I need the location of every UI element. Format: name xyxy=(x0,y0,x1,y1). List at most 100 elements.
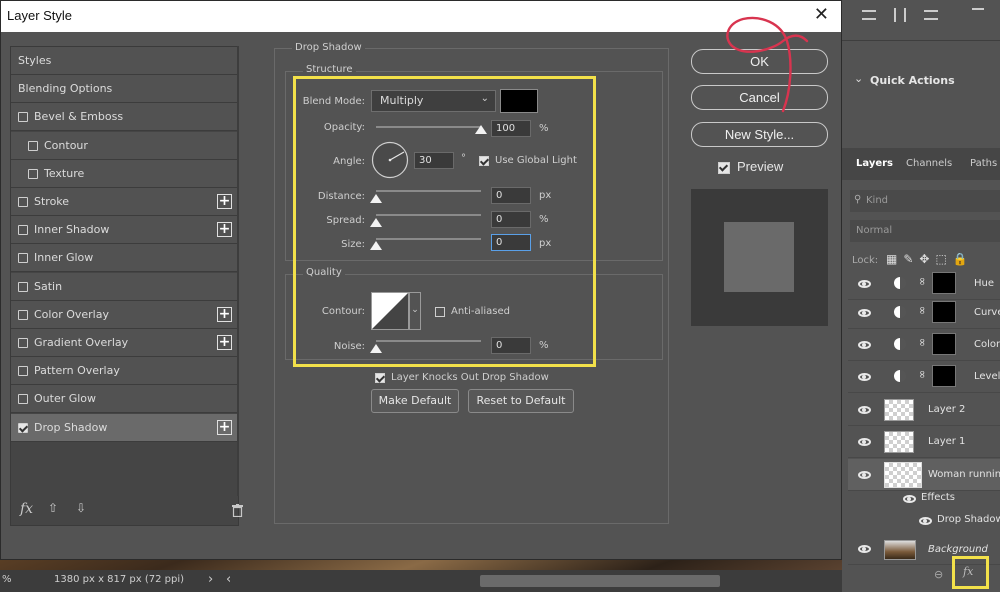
style-item-styles[interactable]: Styles xyxy=(11,47,238,75)
layer-name: Levels xyxy=(974,371,1000,382)
style-item-stroke[interactable]: Stroke + xyxy=(11,188,238,216)
preview-label: Preview xyxy=(737,159,784,174)
style-checkbox[interactable] xyxy=(18,197,28,207)
visibility-eye-icon[interactable] xyxy=(858,280,871,288)
layer-mask-thumbnail xyxy=(932,365,956,387)
fx-icon[interactable]: fx xyxy=(20,501,33,517)
visibility-eye-icon[interactable] xyxy=(858,373,871,381)
layer-row[interactable]: Woman running xyxy=(848,459,1000,491)
layer-mask-thumbnail xyxy=(932,272,956,294)
style-checkbox[interactable] xyxy=(18,225,28,236)
new-style-button[interactable]: New Style... xyxy=(691,122,828,147)
add-style-icon[interactable]: + xyxy=(217,335,232,350)
preview-checkbox[interactable] xyxy=(718,162,730,174)
kind-filter[interactable]: ⚲ Kind xyxy=(850,190,1000,212)
style-item-color-overlay[interactable]: Color Overlay + xyxy=(11,300,238,329)
drop-shadow-title: Drop Shadow xyxy=(292,42,365,53)
visibility-eye-icon[interactable] xyxy=(858,438,871,446)
tab-paths[interactable]: Paths xyxy=(970,158,997,169)
knocks-out-label: Layer Knocks Out Drop Shadow xyxy=(391,372,549,383)
tab-channels[interactable]: Channels xyxy=(906,158,952,169)
adjustment-icon xyxy=(894,277,906,289)
zoom-level: % xyxy=(2,574,12,585)
align-right-icon[interactable] xyxy=(924,10,938,20)
style-checkbox[interactable] xyxy=(18,338,28,348)
layer-row[interactable]: Layer 2 xyxy=(848,394,1000,426)
align-left-icon[interactable] xyxy=(862,10,876,20)
horizontal-scrollbar[interactable] xyxy=(480,575,720,587)
layer-row[interactable]: Layer 1 xyxy=(848,426,1000,458)
knocks-out-checkbox[interactable] xyxy=(375,373,385,383)
effects-label: Effects xyxy=(921,492,955,503)
layer-row[interactable]: ∞ Color xyxy=(848,329,1000,361)
style-item-gradient-overlay[interactable]: Gradient Overlay + xyxy=(11,329,238,357)
style-item-blending-options[interactable]: Blending Options xyxy=(11,75,238,104)
quick-actions-chevron-icon[interactable]: ⌄ xyxy=(854,72,863,85)
link-icon: ∞ xyxy=(916,337,930,348)
status-arrow-left[interactable]: ‹ xyxy=(226,572,231,587)
style-item-label: Color Overlay xyxy=(34,307,109,321)
layer-thumbnail xyxy=(884,399,914,421)
close-icon[interactable]: ✕ xyxy=(814,4,829,25)
add-layer-style-icon[interactable]: fx xyxy=(963,565,973,578)
add-style-icon[interactable]: + xyxy=(217,194,232,209)
styles-list-scrollbar[interactable] xyxy=(237,46,239,496)
style-checkbox[interactable] xyxy=(18,253,28,264)
tab-layers[interactable]: Layers xyxy=(856,158,893,169)
blend-mode-layer-select[interactable]: Normal xyxy=(850,220,1000,242)
link-layers-icon[interactable]: ⊖ xyxy=(934,568,943,581)
move-down-icon[interactable]: ⇩ xyxy=(76,501,86,515)
lock-icons[interactable]: ▦✎✥⬚🔒 xyxy=(886,252,974,266)
dialog-titlebar: Layer Style ✕ xyxy=(1,1,841,32)
add-style-icon[interactable]: + xyxy=(217,419,232,435)
style-item-label: Stroke xyxy=(34,195,70,208)
style-checkbox[interactable] xyxy=(18,281,28,292)
add-style-icon[interactable]: + xyxy=(217,306,232,322)
align-center-icon[interactable] xyxy=(894,8,906,22)
adjustment-icon xyxy=(894,306,906,318)
style-item-label: Texture xyxy=(44,166,85,180)
style-item-inner-glow[interactable]: Inner Glow xyxy=(11,244,238,273)
style-checkbox[interactable] xyxy=(18,112,28,123)
visibility-eye-icon[interactable] xyxy=(858,406,871,414)
style-checkbox[interactable] xyxy=(18,309,28,320)
layer-name: Background xyxy=(928,544,988,555)
style-checkbox[interactable] xyxy=(18,366,28,377)
align-top-icon[interactable] xyxy=(972,8,984,22)
layer-row[interactable]: ∞ Hue xyxy=(848,268,1000,300)
style-checkbox[interactable] xyxy=(28,140,38,151)
style-item-outer-glow[interactable]: Outer Glow xyxy=(11,385,238,414)
reset-to-default-button[interactable]: Reset to Default xyxy=(468,389,574,413)
style-item-bevel-emboss[interactable]: Bevel & Emboss xyxy=(11,103,238,132)
add-style-icon[interactable]: + xyxy=(217,222,232,238)
style-item-inner-shadow[interactable]: Inner Shadow + xyxy=(11,216,238,245)
visibility-eye-icon[interactable] xyxy=(919,517,932,525)
style-item-satin[interactable]: Satin xyxy=(11,272,238,301)
visibility-eye-icon[interactable] xyxy=(903,495,916,503)
make-default-button[interactable]: Make Default xyxy=(371,389,459,413)
style-item-texture[interactable]: Texture xyxy=(11,159,238,188)
layer-row[interactable]: ∞ Curves xyxy=(848,297,1000,329)
style-checkbox[interactable] xyxy=(18,394,28,405)
style-item-drop-shadow[interactable]: Drop Shadow + xyxy=(11,413,238,442)
layers-tabbar: Layers Channels Paths xyxy=(842,148,1000,180)
status-arrow-right[interactable]: › xyxy=(208,572,213,587)
style-item-label: Blending Options xyxy=(18,82,113,96)
search-icon: ⚲ xyxy=(854,194,862,205)
move-up-icon[interactable]: ⇧ xyxy=(48,501,58,515)
style-item-contour[interactable]: Contour xyxy=(11,131,238,160)
style-item-pattern-overlay[interactable]: Pattern Overlay xyxy=(11,357,238,386)
layer-name: Curves xyxy=(974,307,1000,318)
layer-row[interactable]: ∞ Levels xyxy=(848,361,1000,393)
visibility-eye-icon[interactable] xyxy=(858,471,871,479)
layer-name: Color xyxy=(974,339,1000,350)
style-item-label: Bevel & Emboss xyxy=(34,110,124,124)
style-checkbox[interactable] xyxy=(18,422,28,433)
visibility-eye-icon[interactable] xyxy=(858,309,871,317)
layer-name: Woman running xyxy=(928,469,1000,480)
trash-icon[interactable] xyxy=(232,504,243,518)
visibility-eye-icon[interactable] xyxy=(858,545,871,553)
visibility-eye-icon[interactable] xyxy=(858,341,871,349)
style-item-label: Inner Shadow xyxy=(34,223,110,237)
style-checkbox[interactable] xyxy=(28,168,38,179)
